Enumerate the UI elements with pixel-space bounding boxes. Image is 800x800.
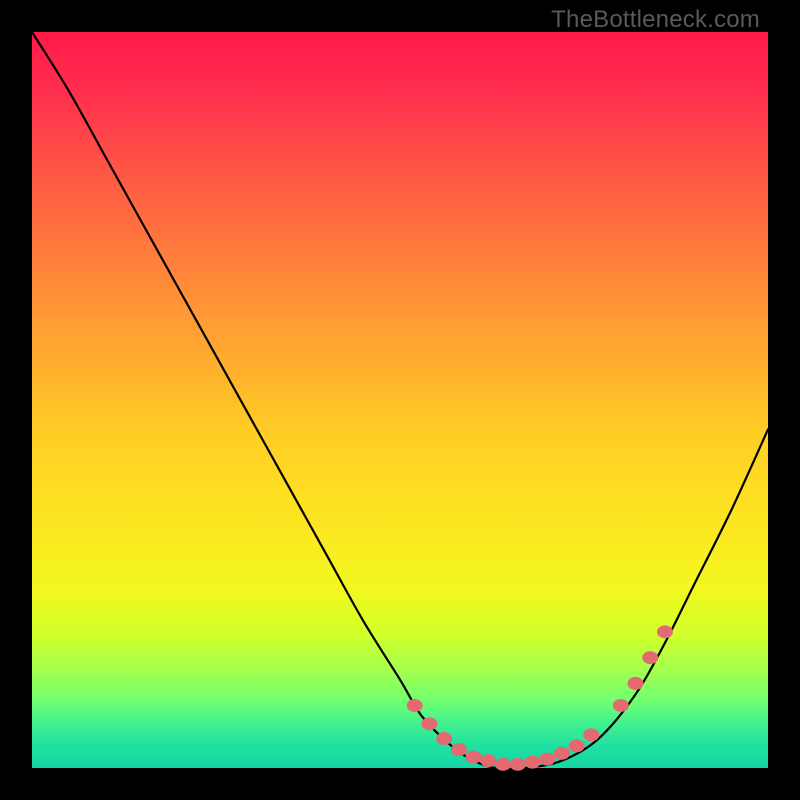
highlight-marker [657,625,673,638]
highlight-marker [569,739,585,752]
highlight-marker [554,747,570,760]
highlight-marker [407,699,423,712]
highlight-marker [436,732,452,745]
highlight-marker [480,754,496,767]
bottleneck-chart [32,32,768,768]
highlight-marker [495,758,511,771]
highlight-marker [539,753,555,766]
highlight-marker [524,756,540,769]
highlight-marker [642,651,658,664]
highlight-marker [628,677,644,690]
watermark-text: TheBottleneck.com [551,6,760,34]
highlight-marker [466,750,482,763]
highlight-marker [583,728,599,741]
highlight-marker [451,743,467,756]
highlight-marker [510,758,526,771]
highlight-marker [613,699,629,712]
highlight-marker [421,717,437,730]
